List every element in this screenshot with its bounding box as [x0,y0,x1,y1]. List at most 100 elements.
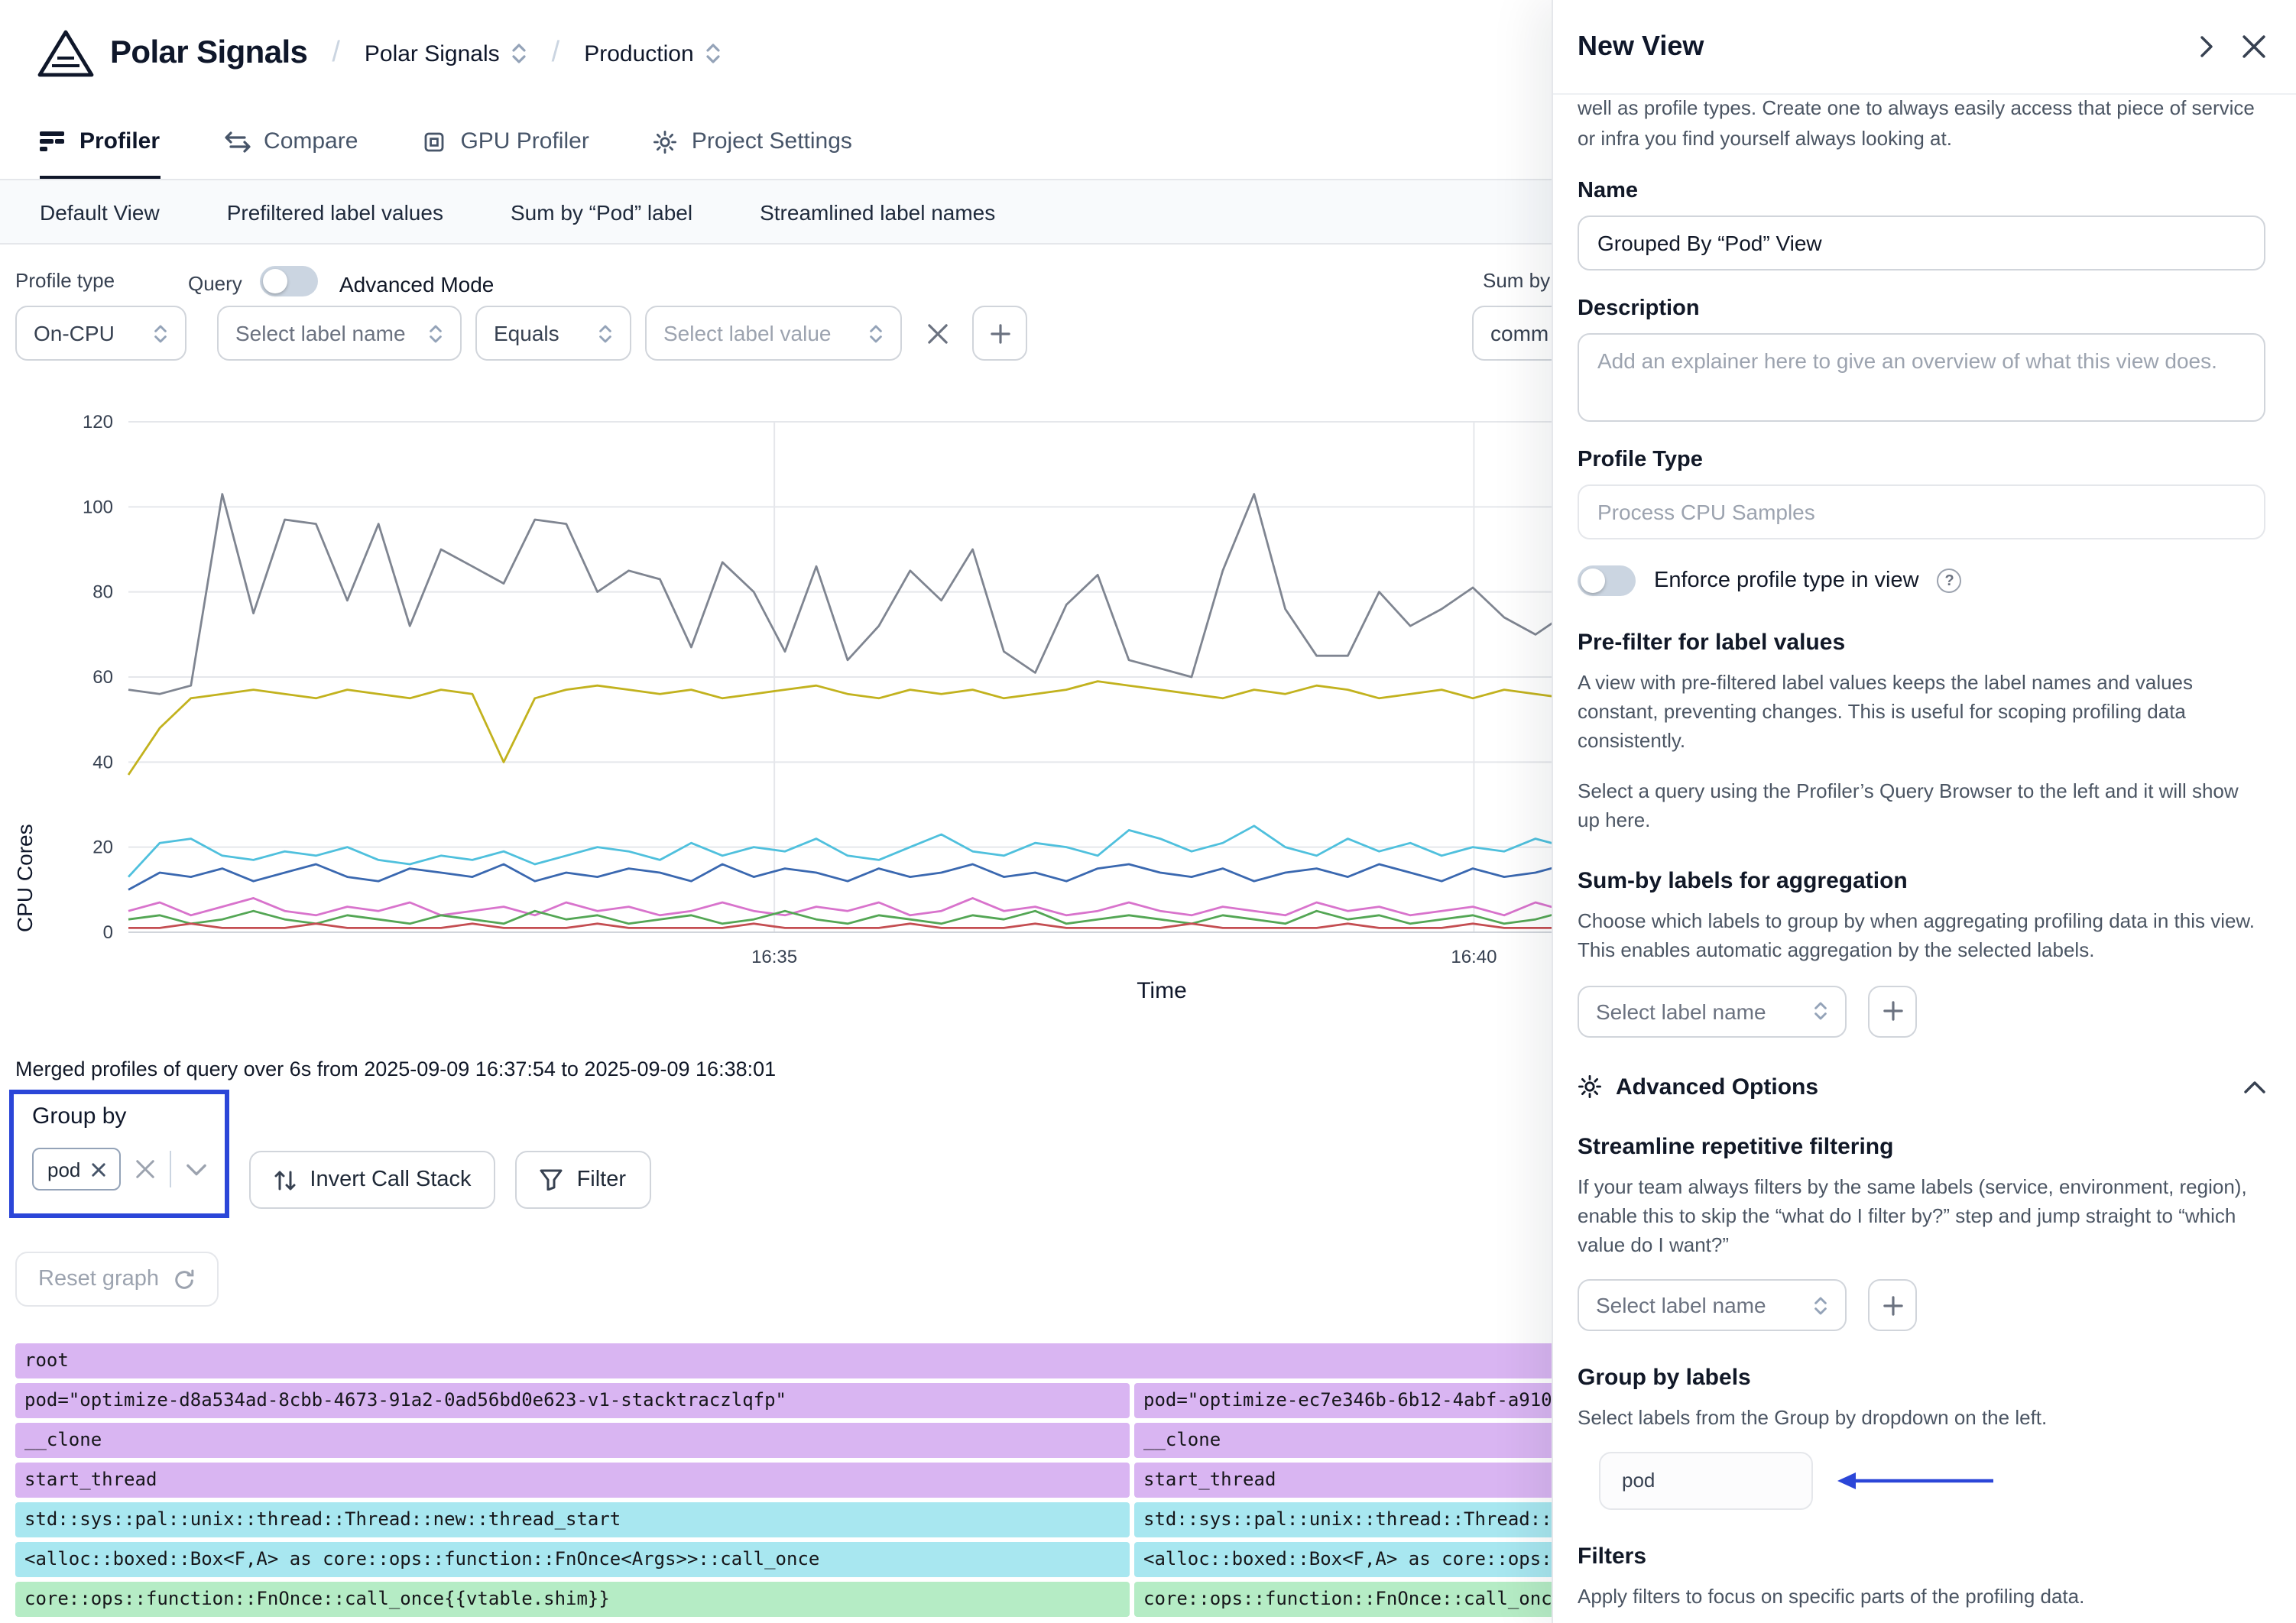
breadcrumb-org-label: Polar Signals [365,40,500,66]
advanced-mode-label: Advanced Mode [339,272,494,296]
panel-close-button[interactable] [2242,35,2265,58]
tab-gpu-profiler[interactable]: GPU Profiler [422,107,589,179]
flame-frame[interactable]: start_thread [1134,1463,1552,1498]
cpu-chart-svg[interactable]: 02040608010012016:3516:40 [0,403,1552,978]
label-value-placeholder: Select label value [663,321,832,345]
view-description-input[interactable] [1578,333,2265,422]
streamline-body: If your team always filters by the same … [1578,1171,2265,1259]
view-prefiltered[interactable]: Prefiltered label values [227,199,443,224]
enforce-profile-type-row: Enforce profile type in view ? [1578,565,2265,596]
compare-arrows-icon [224,131,250,152]
sum-by-value: comm [1490,321,1549,345]
breadcrumb-project-selector[interactable]: Production [584,40,721,66]
plus-icon [1883,1296,1902,1316]
view-streamlined[interactable]: Streamlined label names [760,199,995,224]
flame-row: start_threadstart_thread [15,1463,1552,1498]
description-label: Description [1578,296,2265,321]
label-value-select[interactable]: Select label value [645,306,902,361]
funnel-icon [540,1169,563,1191]
streamline-label-select[interactable]: Select label name [1578,1280,1847,1332]
flame-row: __clone__clone [15,1423,1552,1458]
prefilter-note: Select a query using the Profiler’s Quer… [1578,776,2265,834]
prefilter-body: A view with pre-filtered label values ke… [1578,668,2265,756]
flame-controls-row: Group by pod Invert Cal [9,1090,1552,1218]
groupby-chip-pod[interactable]: pod [32,1148,120,1191]
invert-call-stack-button[interactable]: Invert Call Stack [248,1151,495,1209]
chevron-down-icon [186,1162,206,1176]
chevrons-up-down-icon [428,322,443,345]
toggle-knob [263,269,287,293]
flame-frame[interactable]: core::ops::function::FnOnce::call_onc [1134,1582,1552,1617]
flame-row: pod="optimize-d8a534ad-8cbb-4673-91a2-0a… [15,1383,1552,1418]
tab-project-settings[interactable]: Project Settings [653,107,852,179]
groupby-labels-body: Select labels from the Group by dropdown… [1578,1404,2265,1433]
flame-frame[interactable]: <alloc::boxed::Box<F,A> as core::ops::fu… [15,1542,1130,1577]
operator-select[interactable]: Equals [475,306,631,361]
chevrons-up-down-icon [598,322,613,345]
plus-icon [990,323,1010,343]
flame-frame[interactable]: start_thread [15,1463,1130,1498]
chip-remove-icon [91,1162,105,1176]
flame-frame[interactable]: __clone [15,1423,1130,1458]
metrics-graph: CPU Cores 02040608010012016:3516:40 Time [0,403,1552,1021]
y-axis-label: CPU Cores [12,403,37,932]
tab-compare-label: Compare [264,128,358,154]
add-matcher-button[interactable] [972,306,1027,361]
flame-frame[interactable]: root [15,1343,1552,1378]
divider [169,1151,170,1187]
flame-row: std::sys::pal::unix::thread::Thread::new… [15,1502,1552,1537]
advanced-mode-toggle[interactable] [260,266,318,296]
chart-series-line [128,911,1552,924]
sumby-body: Choose which labels to group by when agg… [1578,906,2265,965]
svg-text:20: 20 [92,837,113,858]
merged-profiles-text: Merged profiles of query over 6s from 20… [15,1058,1552,1080]
groupby-select[interactable]: pod [32,1140,206,1198]
view-sum-by-pod[interactable]: Sum by “Pod” label [511,199,692,224]
breadcrumb-org-selector[interactable]: Polar Signals [365,40,527,66]
groupby-chip-label: pod [47,1158,80,1181]
chart-series-line [128,898,1552,915]
label-name-select[interactable]: Select label name [217,306,462,361]
flame-row: <alloc::boxed::Box<F,A> as core::ops::fu… [15,1542,1552,1577]
remove-matcher-button[interactable] [916,306,958,361]
profile-type-panel-label: Profile Type [1578,448,2265,472]
groupby-dropdown-button[interactable] [186,1162,206,1176]
sum-by-input[interactable]: comm [1472,306,1552,361]
name-label: Name [1578,179,2265,203]
main-content: Polar Signals / Polar Signals / Producti… [0,0,1552,1623]
flame-frame[interactable]: __clone [1134,1423,1552,1458]
groupby-clear-button[interactable] [135,1160,154,1178]
streamline-add-label-button[interactable] [1868,1280,1917,1332]
sumby-label-select[interactable]: Select label name [1578,985,1847,1037]
svg-text:80: 80 [92,582,113,603]
sumby-select-row: Select label name [1578,985,2265,1037]
chevrons-up-down-icon [1813,1294,1828,1317]
flame-frame[interactable]: pod="optimize-d8a534ad-8cbb-4673-91a2-0a… [15,1383,1130,1418]
flame-frame[interactable]: core::ops::function::FnOnce::call_once{{… [15,1582,1130,1617]
tab-profiler[interactable]: Profiler [40,107,160,179]
view-name-input[interactable] [1578,215,2265,270]
reset-row: Reset graph [15,1252,1552,1307]
profile-type-select[interactable]: On-CPU [15,306,186,361]
toggle-knob [1581,569,1605,593]
sumby-heading: Sum-by labels for aggregation [1578,868,2265,894]
panel-collapse-button[interactable] [2195,35,2218,58]
flame-frame[interactable]: std::sys::pal::unix::thread::Thread:: [1134,1502,1552,1537]
tab-compare[interactable]: Compare [224,107,358,179]
enforce-profile-type-toggle[interactable] [1578,565,1636,596]
flame-frame[interactable]: <alloc::boxed::Box<F,A> as core::ops: [1134,1542,1552,1577]
view-default[interactable]: Default View [40,199,160,224]
flame-frame[interactable]: std::sys::pal::unix::thread::Thread::new… [15,1502,1130,1537]
sumby-add-label-button[interactable] [1868,985,1917,1037]
reset-graph-button[interactable]: Reset graph [15,1252,219,1307]
filter-button[interactable]: Filter [516,1151,650,1209]
help-icon[interactable]: ? [1938,569,1962,593]
flame-graph: root pod="optimize-d8a534ad-8cbb-4673-91a… [15,1343,1552,1621]
svg-text:60: 60 [92,667,113,688]
advanced-options-toggle[interactable]: Advanced Options [1578,1074,2265,1100]
filters-body: Apply filters to focus on specific parts… [1578,1581,2265,1610]
flame-frame[interactable]: pod="optimize-ec7e346b-6b12-4abf-a910 [1134,1383,1552,1418]
svg-text:16:35: 16:35 [751,947,797,967]
groupby-annotation-box: Group by pod [9,1090,229,1218]
filter-label: Filter [577,1168,626,1192]
